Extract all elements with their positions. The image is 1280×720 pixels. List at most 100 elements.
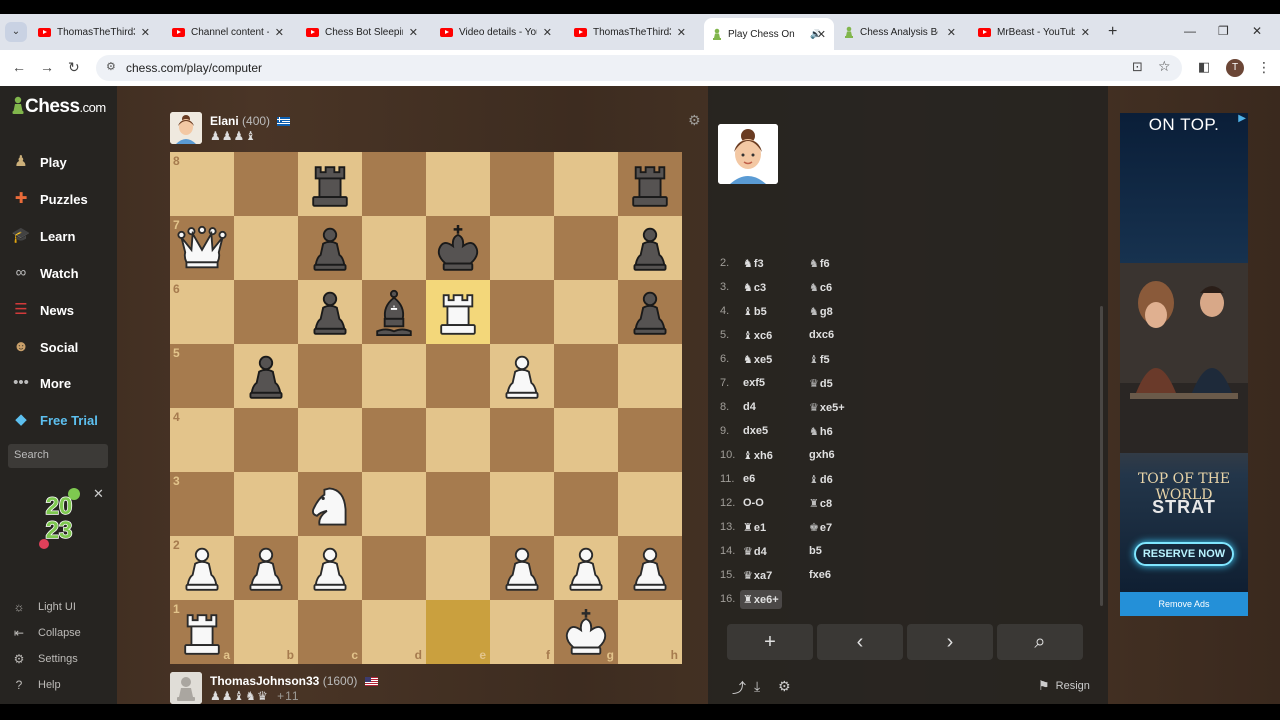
square-g1[interactable]: g <box>554 600 618 664</box>
resign-button[interactable]: ⚑ Resign <box>1038 678 1090 694</box>
browser-tab[interactable]: MrBeast - YouTub ✕ <box>970 20 1098 44</box>
square-d4[interactable] <box>362 408 426 472</box>
bookmark-star-icon[interactable]: ☆ <box>1158 58 1171 75</box>
square-f1[interactable]: f <box>490 600 554 664</box>
white-move[interactable]: exf5 <box>740 374 768 392</box>
install-app-icon[interactable]: ⊡ <box>1132 59 1143 75</box>
white-move[interactable]: ♝b5 <box>740 302 770 321</box>
opponent-name[interactable]: Elani <box>210 114 239 128</box>
square-b1[interactable]: b <box>234 600 298 664</box>
white-move[interactable]: dxe5 <box>740 422 771 440</box>
black-pawn-icon[interactable] <box>622 284 678 340</box>
square-h2[interactable] <box>618 536 682 600</box>
square-f3[interactable] <box>490 472 554 536</box>
player-name[interactable]: ThomasJohnson33 <box>210 674 319 688</box>
close-tab-icon[interactable]: ✕ <box>817 28 826 41</box>
square-f6[interactable] <box>490 280 554 344</box>
sidebar-item-puzzles[interactable]: ✚ Puzzles <box>10 188 88 210</box>
square-g7[interactable] <box>554 216 618 280</box>
forward-arrow-icon[interactable]: → <box>40 59 54 75</box>
square-e2[interactable] <box>426 536 490 600</box>
year-2023-badge[interactable]: 20 23 <box>30 486 88 552</box>
square-f2[interactable] <box>490 536 554 600</box>
black-move[interactable]: gxh6 <box>806 446 838 464</box>
white-pawn-icon[interactable] <box>494 540 550 596</box>
sidebar-item-free-trial[interactable]: ◆ Free Trial <box>10 409 98 431</box>
browser-menu-icon[interactable]: ⋮ <box>1257 59 1271 76</box>
white-move[interactable]: ♞f3 <box>740 254 767 273</box>
close-window-button[interactable]: ✕ <box>1252 24 1262 38</box>
close-tab-icon[interactable]: ✕ <box>275 26 284 39</box>
square-d6[interactable] <box>362 280 426 344</box>
square-f5[interactable] <box>490 344 554 408</box>
back-arrow-icon[interactable]: ← <box>12 59 26 75</box>
white-move[interactable]: ♝xh6 <box>740 446 776 465</box>
white-knight-icon[interactable] <box>302 476 358 532</box>
square-c1[interactable]: c <box>298 600 362 664</box>
square-g3[interactable] <box>554 472 618 536</box>
sidebar-settings[interactable]: ⚙ Settings <box>12 652 78 666</box>
black-rook-icon[interactable] <box>622 156 678 212</box>
square-a6[interactable]: 6 <box>170 280 234 344</box>
sidebar-item-more[interactable]: ••• More <box>10 372 71 394</box>
square-d8[interactable] <box>362 152 426 216</box>
share-icon[interactable]: ⤴ <box>732 678 746 698</box>
square-a4[interactable]: 4 <box>170 408 234 472</box>
white-pawn-icon[interactable] <box>558 540 614 596</box>
close-tab-icon[interactable]: ✕ <box>543 26 552 39</box>
black-pawn-icon[interactable] <box>238 348 294 404</box>
white-pawn-icon[interactable] <box>174 540 230 596</box>
white-pawn-icon[interactable] <box>622 540 678 596</box>
next-move-button[interactable]: › <box>907 624 993 660</box>
square-d1[interactable]: d <box>362 600 426 664</box>
browser-tab[interactable]: Chess Bot Sleepin ✕ <box>298 20 426 44</box>
search-input[interactable]: Search <box>8 444 108 468</box>
white-move[interactable]: ♜e1 <box>740 518 769 537</box>
square-b6[interactable] <box>234 280 298 344</box>
square-c7[interactable] <box>298 216 362 280</box>
square-b8[interactable] <box>234 152 298 216</box>
previous-move-button[interactable]: ‹ <box>817 624 903 660</box>
square-g4[interactable] <box>554 408 618 472</box>
browser-tab[interactable]: ThomasTheThird3 ✕ <box>566 20 694 44</box>
square-a8[interactable]: 8 <box>170 152 234 216</box>
square-f7[interactable] <box>490 216 554 280</box>
close-tab-icon[interactable]: ✕ <box>1081 26 1090 39</box>
new-game-button[interactable]: + <box>727 624 813 660</box>
browser-tab[interactable]: Video details - You ✕ <box>432 20 560 44</box>
black-move[interactable]: ♛xe5+ <box>806 398 848 417</box>
square-a2[interactable]: 2 <box>170 536 234 600</box>
sidebar-collapse[interactable]: ⇤ Collapse <box>12 626 81 640</box>
site-info-icon[interactable]: ⚙ <box>106 60 116 73</box>
restore-button[interactable]: ❐ <box>1218 24 1229 38</box>
black-move[interactable]: dxc6 <box>806 326 837 344</box>
square-e5[interactable] <box>426 344 490 408</box>
square-e1[interactable]: e <box>426 600 490 664</box>
square-b3[interactable] <box>234 472 298 536</box>
square-g8[interactable] <box>554 152 618 216</box>
square-h8[interactable] <box>618 152 682 216</box>
black-pawn-icon[interactable] <box>622 220 678 276</box>
close-icon[interactable]: ✕ <box>93 486 104 502</box>
analysis-button[interactable]: ⌕ <box>997 624 1083 660</box>
sidebar-item-learn[interactable]: 🎓 Learn <box>10 225 76 247</box>
move-list-scrollbar[interactable] <box>1100 306 1103 606</box>
opponent-avatar[interactable] <box>170 112 202 144</box>
white-rook-icon[interactable] <box>430 284 486 340</box>
square-b4[interactable] <box>234 408 298 472</box>
square-b5[interactable] <box>234 344 298 408</box>
square-b2[interactable] <box>234 536 298 600</box>
square-a3[interactable]: 3 <box>170 472 234 536</box>
white-pawn-icon[interactable] <box>302 540 358 596</box>
game-settings-icon[interactable]: ⚙ <box>778 678 791 695</box>
player-avatar[interactable] <box>170 672 202 704</box>
chess-board[interactable]: 8 7 6 5 4 3 21a b c d e fg h <box>170 152 682 664</box>
close-tab-icon[interactable]: ✕ <box>947 26 956 39</box>
square-h1[interactable]: h <box>618 600 682 664</box>
profile-avatar[interactable]: T <box>1226 59 1244 77</box>
browser-tab[interactable]: ThomasTheThird3 ✕ <box>30 20 158 44</box>
black-move[interactable]: ♝d6 <box>806 470 836 489</box>
square-e3[interactable] <box>426 472 490 536</box>
square-d3[interactable] <box>362 472 426 536</box>
download-icon[interactable]: ⤓ <box>754 678 760 695</box>
